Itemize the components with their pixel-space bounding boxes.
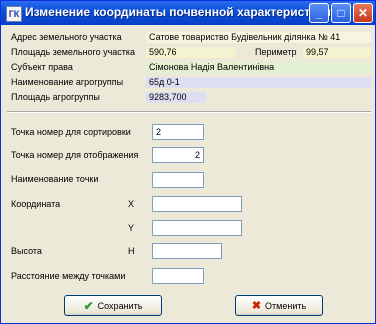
app-icon: ГК — [6, 6, 22, 22]
height-label: Высота — [11, 246, 42, 256]
close-button[interactable]: ✕ — [353, 3, 373, 23]
maximize-button[interactable]: □ — [331, 3, 351, 23]
address-value: Сатове товариство Будівельник ділянка № … — [146, 32, 371, 43]
h-label: H — [128, 246, 135, 256]
distance-input[interactable] — [152, 268, 204, 284]
display-number-label: Точка номер для отображения — [11, 150, 139, 160]
area-value: 590,76 — [146, 47, 236, 58]
y-coordinate-input[interactable] — [152, 220, 242, 236]
dialog-window: ГК Изменение координаты почвенной характ… — [0, 0, 376, 324]
point-name-label: Наименование точки — [11, 174, 99, 184]
cancel-button[interactable]: ✖ Отменить — [235, 295, 323, 316]
sort-number-input[interactable]: 2 — [152, 124, 204, 140]
title-bar[interactable]: ГК Изменение координаты почвенной характ… — [1, 1, 375, 25]
area-label: Площадь земельного участка — [11, 47, 136, 57]
point-name-input[interactable] — [152, 172, 204, 188]
distance-label: Расстояние между точками — [11, 271, 126, 281]
cross-icon: ✖ — [251, 300, 262, 312]
agrogroup-value: 65д 0-1 — [146, 77, 371, 88]
perimeter-value: 99,57 — [303, 47, 371, 58]
address-label: Адрес земельного участка — [11, 32, 122, 42]
height-input[interactable] — [152, 243, 222, 259]
x-label: X — [128, 199, 135, 209]
agroarea-value: 9283,700 — [146, 92, 206, 103]
y-label: Y — [128, 223, 135, 233]
check-icon: ✔ — [83, 298, 94, 313]
agrogroup-label: Наименование агрогруппы — [11, 77, 124, 87]
window-title: Изменение координаты почвенной характери… — [25, 5, 331, 19]
save-button-label: Сохранить — [97, 300, 143, 311]
agroarea-label: Площадь агрогруппы — [11, 92, 100, 102]
coordinate-label: Координата — [11, 199, 61, 209]
save-button[interactable]: ✔ Сохранить — [64, 295, 162, 316]
subject-value: Сімонова Надія Валентинівна — [146, 62, 371, 73]
sort-number-label: Точка номер для сортировки — [11, 127, 131, 137]
separator — [7, 111, 371, 113]
cancel-button-label: Отменить — [265, 300, 307, 311]
subject-label: Субъект права — [11, 62, 73, 72]
display-number-input[interactable]: 2 — [152, 147, 204, 163]
x-coordinate-input[interactable] — [152, 196, 242, 212]
minimize-button[interactable]: _ — [309, 3, 329, 23]
perimeter-label: Периметр — [255, 47, 297, 57]
